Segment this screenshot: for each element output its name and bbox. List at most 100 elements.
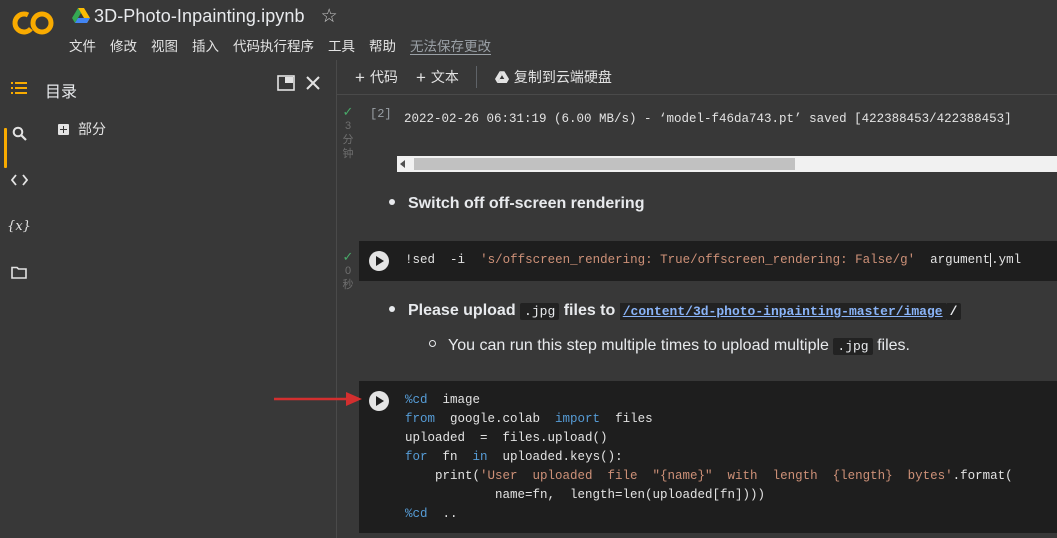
code-line: name=fn, length=len(uploaded[fn])))	[405, 486, 1013, 505]
code-token: fn	[427, 450, 473, 464]
check-icon: ✓	[342, 249, 354, 264]
toolbar-divider	[475, 66, 477, 88]
code-editor[interactable]: %cd image from google.colab import files u…	[405, 391, 1013, 524]
exec-time-unit: 秒	[342, 279, 354, 291]
code-snippets-icon[interactable]	[9, 170, 29, 190]
code-token: %cd	[405, 393, 428, 407]
star-icon[interactable]: ☆	[321, 7, 338, 26]
menu-help[interactable]: 帮助	[369, 35, 396, 55]
menu-insert[interactable]: 插入	[192, 35, 219, 55]
bullet-text: Switch off off-screen rendering	[408, 195, 645, 212]
horizontal-scrollbar[interactable]	[397, 156, 1057, 172]
menu-runtime[interactable]: 代码执行程序	[233, 35, 314, 55]
text-cell-upload-sub: You can run this step multiple times to …	[429, 337, 910, 355]
code-cell-upload[interactable]: %cd image from google.colab import files u…	[359, 381, 1057, 533]
expand-icon[interactable]	[58, 123, 69, 135]
code-token: 's/offscreen_rendering: True/offscreen_r…	[480, 253, 916, 267]
menu-edit[interactable]: 修改	[110, 35, 137, 55]
menu-bar: 文件 修改 视图 插入 代码执行程序 工具 帮助 无法保存更改	[69, 35, 505, 55]
add-text-label: 文本	[430, 69, 459, 85]
app-header: 3D-Photo-Inpainting.ipynb ☆ 文件 修改 视图 插入 …	[0, 0, 1057, 60]
code-token: !sed	[405, 253, 436, 267]
code-token: uploaded.keys():	[487, 450, 623, 464]
text-fragment: Please upload	[408, 302, 516, 319]
folder-icon[interactable]	[9, 262, 29, 282]
cell-output: 2022-02-26 06:31:19 (6.00 MB/s) - ‘model…	[404, 112, 1012, 126]
notebook-title[interactable]: 3D-Photo-Inpainting.ipynb	[94, 6, 305, 27]
code-token: %cd	[405, 507, 428, 521]
code-line: print('User uploaded file "{name}" with …	[405, 467, 1013, 486]
drive-icon	[72, 8, 90, 23]
copy-to-drive-label: 复制到云端硬盘	[513, 69, 612, 85]
code-token: name=fn, length=len(uploaded[fn])))	[405, 488, 766, 502]
text-fragment: files.	[877, 337, 910, 354]
add-text-button[interactable]: + 文本	[416, 67, 459, 87]
add-code-label: 代码	[369, 69, 398, 85]
code-token: -i	[450, 253, 466, 267]
code-token: 'User uploaded file "{name}" with length…	[480, 469, 953, 483]
exec-time-digit: 3	[344, 120, 352, 132]
code-cell-sed[interactable]: !sed -i 's/offscreen_rendering: True/off…	[359, 241, 1057, 281]
execution-count: [2]	[370, 107, 392, 121]
scroll-left-icon[interactable]	[400, 160, 405, 168]
code-token: print(	[405, 469, 481, 483]
unsaved-changes-link[interactable]: 无法保存更改	[410, 35, 491, 55]
code-token: ..	[427, 507, 458, 521]
code-token: uploaded = files.upload()	[405, 431, 608, 445]
search-icon[interactable]	[9, 123, 29, 143]
code-line: %cd image	[405, 391, 1013, 410]
toc-panel: 目录 部分	[36, 60, 337, 538]
text-cell-offscreen[interactable]: Switch off off-screen rendering	[389, 195, 644, 213]
add-code-button[interactable]: + 代码	[355, 67, 398, 87]
code-token: in	[472, 450, 488, 464]
active-indicator	[4, 128, 7, 168]
exec-time-unit-2: 钟	[342, 148, 354, 160]
code-editor[interactable]: !sed -i 's/offscreen_rendering: True/off…	[405, 251, 1021, 270]
run-cell-button[interactable]	[369, 251, 389, 271]
exec-time-digit: 0	[344, 265, 352, 277]
text-fragment: files to	[563, 302, 616, 319]
code-token: for	[405, 450, 428, 464]
copy-to-drive-button[interactable]: 复制到云端硬盘	[494, 67, 612, 87]
colab-logo[interactable]	[12, 10, 54, 36]
text-fragment: You can run this step multiple times to …	[448, 337, 829, 354]
inline-code: .jpg	[833, 338, 873, 355]
open-in-window-icon[interactable]	[277, 75, 295, 91]
code-line: uploaded = files.upload()	[405, 429, 1013, 448]
scrollbar-thumb[interactable]	[414, 158, 795, 170]
inline-code: /	[945, 303, 962, 320]
drive-icon	[494, 70, 509, 83]
code-token: argument	[930, 253, 991, 267]
toc-item-label: 部分	[78, 121, 106, 137]
notebook-toolbar: + 代码 + 文本 复制到云端硬盘	[337, 60, 1057, 95]
plus-icon: +	[355, 67, 365, 87]
close-icon[interactable]	[304, 74, 322, 92]
inline-code: .jpg	[520, 303, 560, 320]
code-line: from google.colab import files	[405, 410, 1013, 429]
plus-icon: +	[415, 67, 426, 87]
toc-icon[interactable]	[9, 78, 29, 98]
cell-exec-status: ✓ 3 分 钟	[340, 105, 356, 161]
menu-tools[interactable]: 工具	[328, 35, 355, 55]
variables-icon[interactable]: {x}	[7, 216, 31, 236]
notebook-area: ✓ 3 分 钟 [2] 2022-02-26 06:31:19 (6.00 MB…	[337, 95, 1057, 538]
red-arrow-annotation	[274, 392, 362, 406]
code-line: %cd ..	[405, 505, 1013, 524]
bullet	[389, 305, 395, 312]
image-folder-link[interactable]: /content/3d-photo-inpainting-master/imag…	[619, 303, 946, 320]
menu-file[interactable]: 文件	[69, 35, 96, 55]
toc-title: 目录	[45, 84, 78, 101]
check-icon: ✓	[342, 104, 354, 119]
code-token: import	[555, 412, 601, 426]
bullet	[389, 198, 395, 205]
cell-exec-status: ✓ 0 秒	[340, 250, 356, 292]
run-cell-button[interactable]	[369, 391, 389, 411]
menu-view[interactable]: 视图	[151, 35, 178, 55]
code-token: .yml	[991, 253, 1022, 267]
code-token: .format(	[952, 469, 1013, 483]
exec-time-unit-1: 分	[342, 134, 354, 146]
text-cell-upload[interactable]: Please upload .jpg files to /content/3d-…	[389, 302, 962, 320]
code-token: image	[427, 393, 481, 407]
toc-item-section[interactable]: 部分	[58, 119, 106, 139]
code-line: for fn in uploaded.keys():	[405, 448, 1013, 467]
